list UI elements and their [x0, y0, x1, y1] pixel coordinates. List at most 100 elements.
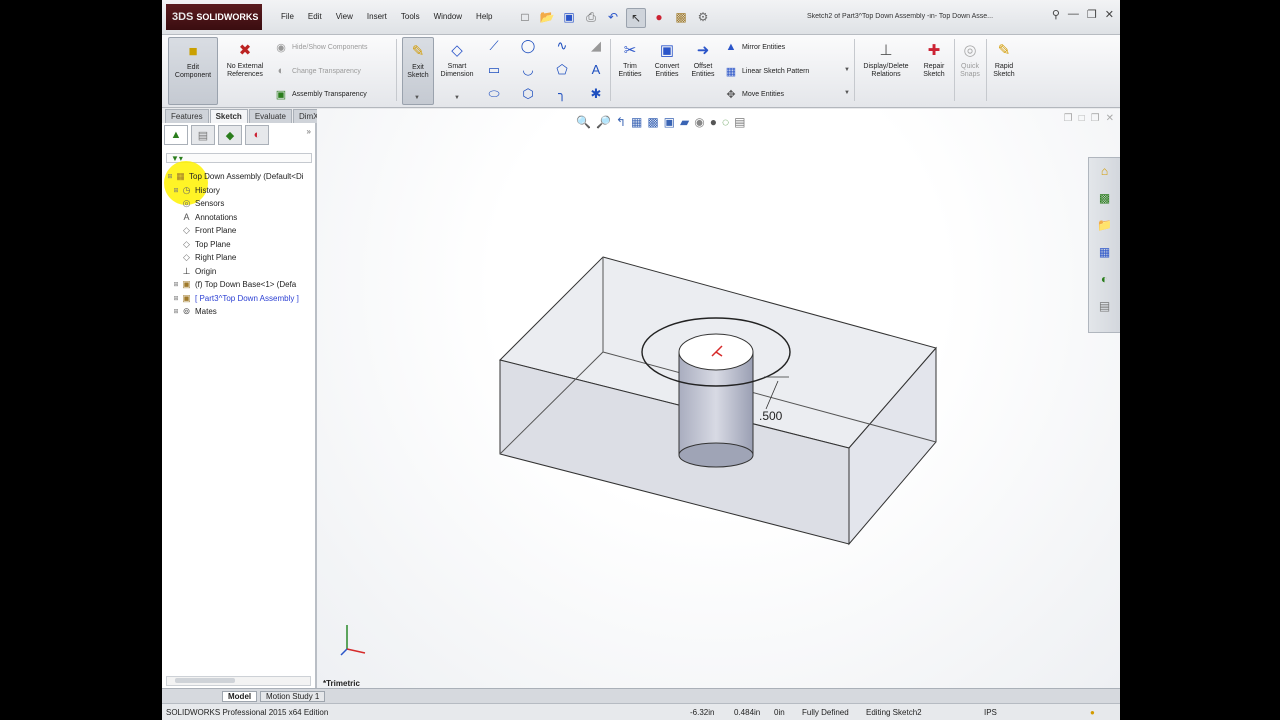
pattern-dropdown[interactable]: ▼ — [844, 67, 850, 73]
tree-node[interactable]: A Annotations — [162, 211, 315, 225]
panel-expand-icon[interactable]: » — [307, 127, 311, 136]
view-settings-icon[interactable]: ▤ — [734, 115, 745, 129]
line-icon[interactable]: ⟋ — [486, 38, 502, 54]
text-icon[interactable]: A — [588, 62, 604, 77]
help-pin-icon[interactable]: ⚲ — [1052, 8, 1060, 21]
rectangle-icon[interactable]: ▭ — [486, 62, 502, 78]
tab-features[interactable]: Features — [165, 109, 209, 123]
status-settings-icon[interactable]: ● — [1090, 708, 1095, 717]
save-icon[interactable]: ▣ — [560, 8, 578, 26]
mirror-entities-button[interactable]: ▲ Mirror Entities — [724, 41, 786, 53]
fillet-icon[interactable]: ╮ — [554, 86, 570, 102]
tree-node[interactable]: ◇ Front Plane — [162, 224, 315, 238]
units-selector[interactable]: IPS — [984, 708, 997, 717]
menu-edit[interactable]: Edit — [301, 12, 329, 21]
rebuild-icon[interactable]: ● — [650, 8, 668, 26]
menu-help[interactable]: Help — [469, 12, 499, 21]
solidworks-logo[interactable]: 3DS SOLIDWORKS — [166, 4, 262, 30]
menu-insert[interactable]: Insert — [360, 12, 394, 21]
hide-show-components-button[interactable]: ◉ Hide/Show Components — [274, 41, 367, 54]
expand-toggle-icon[interactable]: ⊞ — [172, 295, 180, 302]
move-dropdown[interactable]: ▼ — [844, 90, 850, 96]
options-icon[interactable]: ⚙ — [694, 8, 712, 26]
change-transparency-button[interactable]: ◐ Change Transparency — [274, 65, 361, 77]
tree-node[interactable]: ◇ Right Plane — [162, 251, 315, 265]
file-explorer-icon[interactable]: 📁 — [1097, 218, 1112, 232]
tree-node[interactable]: ⊞ ▣ (f) Top Down Base<1> (Defa — [162, 278, 315, 292]
sketch-fillet-icon[interactable]: ◢ — [588, 38, 604, 54]
display-manager-tab-icon[interactable]: ◐ — [245, 125, 269, 145]
tab-motion-study[interactable]: Motion Study 1 — [260, 691, 326, 702]
linear-sketch-pattern-button[interactable]: ▦ Linear Sketch Pattern — [724, 65, 810, 78]
diameter-dimension[interactable]: .500 — [759, 409, 783, 423]
circle-icon[interactable]: ◯ — [520, 38, 536, 54]
custom-properties-icon[interactable]: ▤ — [1099, 299, 1110, 313]
menu-file[interactable]: File — [274, 12, 301, 21]
menu-window[interactable]: Window — [427, 12, 469, 21]
scrollbar-thumb[interactable] — [175, 678, 235, 683]
feature-manager-tab-icon[interactable]: ▲ — [164, 125, 188, 145]
point-icon[interactable]: ✱ — [588, 86, 604, 102]
no-external-references-button[interactable]: ✖ No External References — [220, 37, 270, 103]
print-icon[interactable]: ⎙ — [582, 8, 600, 26]
smart-dimension-dropdown[interactable]: ▼ — [454, 95, 460, 101]
close-icon[interactable]: ✕ — [1105, 8, 1114, 21]
tree-node[interactable]: ⊞ ⊚ Mates — [162, 305, 315, 319]
edit-component-button[interactable]: ■ Edit Component — [168, 37, 218, 105]
expand-toggle-icon[interactable]: ⊞ — [166, 173, 174, 180]
menu-view[interactable]: View — [329, 12, 360, 21]
view-orientation-icon[interactable]: ▣ — [664, 115, 675, 129]
apply-scene-icon[interactable]: ◌ — [722, 115, 729, 129]
hide-show-items-icon[interactable]: ◉ — [694, 115, 704, 129]
polygon-hex-icon[interactable]: ⬡ — [520, 86, 536, 102]
display-delete-relations-button[interactable]: ⊥ Display/Delete Relations — [858, 37, 914, 103]
tree-node[interactable]: ⊞ ▣ [ Part3^Top Down Assembly ] — [162, 292, 315, 306]
display-style-icon[interactable]: ▰ — [680, 115, 689, 129]
model-view[interactable]: .500 — [317, 109, 1120, 688]
file-properties-icon[interactable]: ▩ — [672, 8, 690, 26]
spline-icon[interactable]: ∿ — [554, 38, 570, 54]
tree-horizontal-scrollbar[interactable] — [166, 676, 311, 686]
viewport-restore-icon[interactable]: ❐ — [1091, 113, 1100, 124]
design-library-icon[interactable]: ▩ — [1099, 191, 1110, 205]
offset-entities-button[interactable]: ➜ Offset Entities — [687, 37, 719, 103]
view-palette-icon[interactable]: ▦ — [1099, 245, 1110, 259]
move-entities-button[interactable]: ✥ Move Entities — [724, 88, 784, 101]
assembly-transparency-button[interactable]: ▣ Assembly Transparency — [274, 88, 367, 101]
tab-sketch[interactable]: Sketch — [209, 109, 248, 123]
expand-toggle-icon[interactable]: ⊞ — [172, 281, 180, 288]
tab-model[interactable]: Model — [222, 691, 258, 702]
configuration-manager-tab-icon[interactable]: ◆ — [218, 125, 242, 145]
undo-icon[interactable]: ↶ — [604, 8, 622, 26]
polygon-icon[interactable]: ⬠ — [554, 62, 570, 78]
tab-evaluate[interactable]: Evaluate — [248, 109, 292, 123]
tree-node[interactable]: ⊥ Origin — [162, 265, 315, 279]
tree-node[interactable]: ◎ Sensors — [162, 197, 315, 211]
tree-node[interactable]: ⊞ ◷ History — [162, 184, 315, 198]
expand-toggle-icon[interactable]: ⊞ — [172, 308, 180, 315]
smart-dimension-button[interactable]: ◇ Smart Dimension — [435, 37, 479, 103]
arc-icon[interactable]: ◡ — [520, 62, 536, 78]
graphics-area[interactable]: .500 🔍 🔎 ↰ ▦ ▩ ▣ ▰ ◉ ● ◌ ▤ ❐ □ ❐ ✕ ⌂ ▩ 📁… — [317, 109, 1120, 688]
tree-node[interactable]: ⊞ ▦ Top Down Assembly (Default<Di — [162, 170, 315, 184]
viewport-split-icon[interactable]: ❐ — [1064, 113, 1073, 124]
convert-entities-button[interactable]: ▣ Convert Entities — [649, 37, 685, 103]
home-icon[interactable]: ⌂ — [1101, 164, 1108, 178]
exit-sketch-dropdown[interactable]: ▼ — [414, 95, 420, 101]
viewport-minimize-icon[interactable]: □ — [1079, 113, 1085, 124]
rapid-sketch-button[interactable]: ✎ Rapid Sketch — [989, 37, 1019, 103]
trim-entities-button[interactable]: ✂ Trim Entities — [614, 37, 646, 103]
edit-appearance-icon[interactable]: ● — [710, 115, 717, 129]
section-view-icon[interactable]: ▦ — [631, 115, 642, 129]
select-arrow-icon[interactable]: ↖ — [626, 8, 646, 28]
slot-icon[interactable]: ⬭ — [486, 86, 502, 102]
tree-node[interactable]: ◇ Top Plane — [162, 238, 315, 252]
new-document-icon[interactable]: □ — [516, 8, 534, 26]
open-folder-icon[interactable]: 📂 — [538, 8, 556, 26]
repair-sketch-button[interactable]: ✚ Repair Sketch — [918, 37, 950, 103]
zoom-to-fit-icon[interactable]: 🔍 — [576, 115, 591, 129]
quick-snaps-button[interactable]: ◎ Quick Snaps — [957, 37, 983, 103]
appearances-icon[interactable]: ◐ — [1101, 272, 1108, 286]
restore-icon[interactable]: ❐ — [1087, 8, 1097, 21]
expand-toggle-icon[interactable]: ⊞ — [172, 187, 180, 194]
